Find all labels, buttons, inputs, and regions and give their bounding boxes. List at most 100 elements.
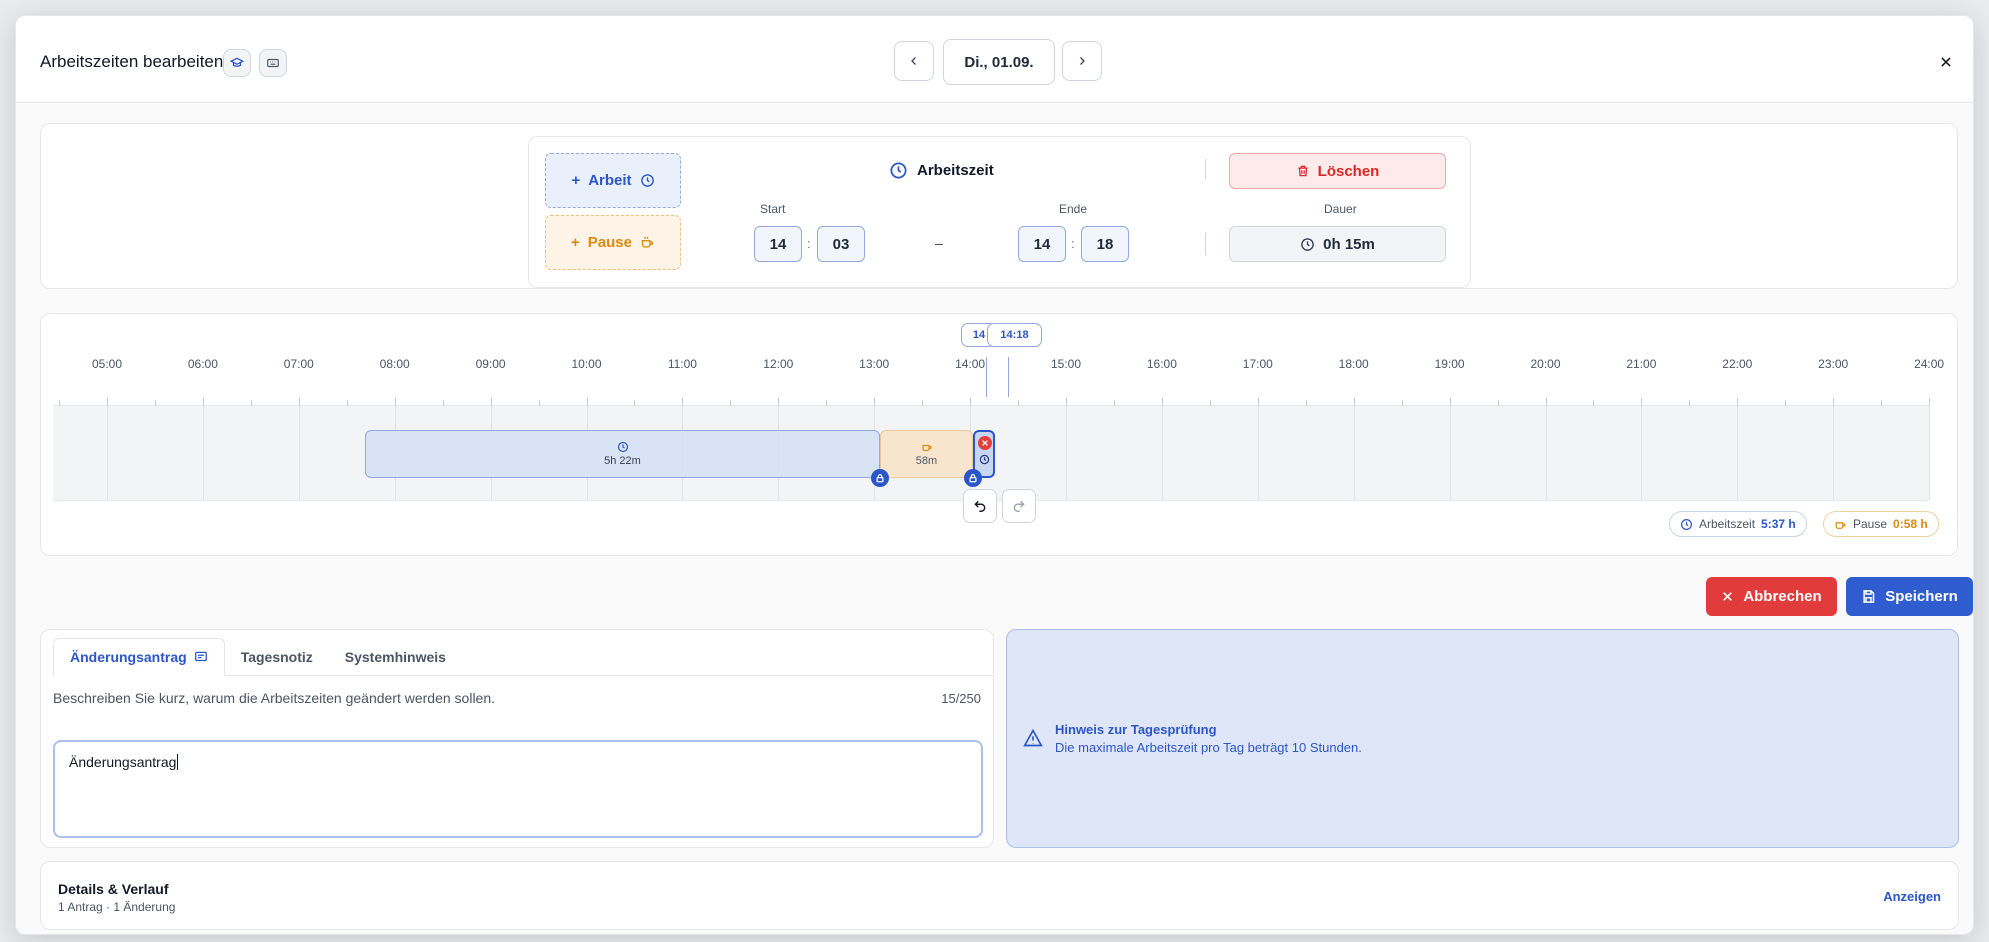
half-hour-tick (59, 400, 61, 406)
clock-icon (1681, 518, 1692, 530)
duration-display: 0h 15m (1229, 226, 1446, 262)
hour-tick (682, 398, 684, 406)
start-label: Start (760, 202, 786, 216)
hint-title: Hinweis zur Tagesprüfung (1055, 722, 1217, 737)
pause-summary-badge: Pause 0:58 h (1823, 511, 1939, 537)
hour-gridline (1545, 406, 1547, 500)
work-block[interactable]: 5h 22m (365, 430, 880, 478)
timeline-track[interactable]: 5h 22m 58m (53, 398, 1931, 501)
hour-label: 20:00 (1530, 357, 1561, 371)
hour-gridline (1257, 406, 1259, 500)
add-pause-label: Pause (587, 234, 632, 251)
textarea-value: Änderungsantrag (69, 754, 177, 770)
half-hour-tick (1113, 400, 1115, 406)
hour-label: 18:00 (1338, 357, 1369, 371)
half-hour-tick (442, 400, 444, 406)
next-day-button[interactable] (1062, 41, 1102, 81)
save-button[interactable]: Speichern (1846, 577, 1973, 616)
show-details-link[interactable]: Anzeigen (1883, 889, 1941, 904)
duration-value: 0h 15m (1323, 235, 1375, 253)
hour-tick (1929, 398, 1931, 406)
hour-tick (1257, 398, 1259, 406)
message-icon (194, 651, 207, 662)
hour-tick (778, 398, 780, 406)
half-hour-tick (1209, 400, 1211, 406)
clock-icon (979, 454, 989, 464)
remove-segment-icon[interactable] (978, 436, 992, 450)
change-request-textarea[interactable]: Änderungsantrag (53, 740, 983, 838)
warning-icon (1023, 728, 1043, 747)
plus-icon: + (571, 172, 581, 189)
hour-gridline (1353, 406, 1355, 500)
hour-tick (874, 398, 876, 406)
delete-segment-button[interactable]: Löschen (1229, 153, 1446, 189)
segment-editor-inner: + Arbeit + Pause Arbeitszeit Start 14 : … (528, 136, 1471, 288)
save-label: Speichern (1885, 588, 1958, 605)
hour-label: 09:00 (475, 357, 506, 371)
half-hour-tick (250, 400, 252, 406)
current-date-button[interactable]: Di., 01.09. (943, 39, 1055, 85)
undo-button[interactable] (963, 489, 997, 523)
add-work-label: Arbeit (588, 172, 632, 189)
work-block-duration: 5h 22m (604, 455, 641, 467)
hour-tick (1737, 398, 1739, 406)
redo-icon (1013, 500, 1025, 512)
hour-label: 06:00 (187, 357, 218, 371)
coffee-icon (1835, 521, 1846, 529)
daily-check-hint: Hinweis zur Tagesprüfung Die maximale Ar… (1006, 629, 1959, 848)
tab-day-note[interactable]: Tagesnotiz (225, 638, 329, 676)
delete-label: Löschen (1317, 162, 1380, 180)
end-separator: : (1071, 236, 1075, 251)
add-pause-button[interactable]: + Pause (545, 215, 681, 270)
add-work-button[interactable]: + Arbeit (545, 153, 681, 208)
half-hour-tick (1401, 400, 1403, 406)
tab-label: Tagesnotiz (240, 649, 313, 665)
segment-title: Arbeitszeit (889, 161, 994, 180)
tab-change-request[interactable]: Änderungsantrag (53, 638, 225, 676)
start-separator: : (807, 236, 811, 251)
start-hour-input[interactable]: 14 (754, 226, 802, 262)
work-summary-badge: Arbeitszeit 5:37 h (1669, 511, 1807, 537)
half-hour-tick (922, 400, 924, 406)
hour-gridline (202, 406, 204, 500)
segment-title-text: Arbeitszeit (917, 162, 994, 179)
keyboard-icon[interactable] (259, 49, 287, 77)
day-timeline: 05:00 06:00 07:00 08:00 09:00 10:00 11:00 12:00… (40, 313, 1958, 556)
end-hour-input[interactable]: 14 (1018, 226, 1066, 262)
redo-button[interactable] (1002, 489, 1036, 523)
hour-label: 08:00 (379, 357, 410, 371)
hour-label: 14:00 (955, 357, 986, 371)
start-minute-input[interactable]: 03 (817, 226, 865, 262)
hour-label: 12:00 (763, 357, 794, 371)
pause-summary-label: Pause (1853, 517, 1888, 531)
hour-label: 07:00 (283, 357, 314, 371)
close-icon (1941, 57, 1951, 67)
cancel-button[interactable]: Abbrechen (1706, 577, 1837, 616)
hour-tick (107, 398, 108, 406)
hour-gridline (1161, 406, 1163, 500)
hour-gridline (107, 406, 108, 500)
previous-day-button[interactable] (894, 41, 934, 81)
range-dash: – (935, 235, 943, 251)
half-hour-tick (346, 400, 348, 406)
hour-label: 24:00 (1914, 357, 1945, 371)
hour-gridline (1929, 406, 1931, 500)
tab-system-notice[interactable]: Systemhinweis (329, 638, 462, 676)
hour-gridline (1737, 406, 1739, 500)
half-hour-tick (538, 400, 540, 406)
hour-label: 23:00 (1818, 357, 1849, 371)
work-summary-value: 5:37 h (1761, 517, 1796, 531)
duration-label: Dauer (1324, 202, 1357, 216)
pause-block[interactable]: 58m (880, 430, 973, 478)
close-button[interactable] (1933, 49, 1959, 75)
hour-tick (970, 398, 972, 406)
hour-label: 11:00 (667, 357, 697, 371)
half-hour-tick (1689, 400, 1691, 406)
graduation-cap-icon[interactable] (223, 49, 251, 77)
undo-icon (974, 500, 986, 512)
half-hour-tick (154, 400, 156, 406)
end-minute-input[interactable]: 18 (1081, 226, 1129, 262)
hour-tick (298, 398, 300, 406)
end-marker-label[interactable]: 14:18 (987, 323, 1042, 347)
half-hour-tick (1785, 400, 1787, 406)
